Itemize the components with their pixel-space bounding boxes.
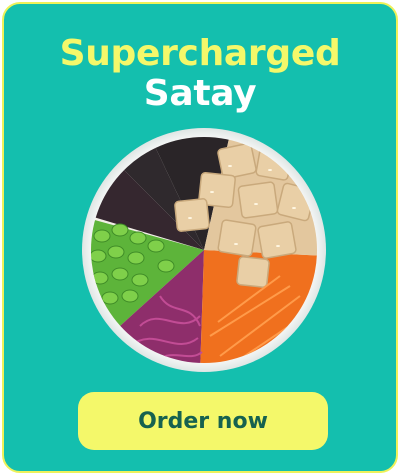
order-now-button[interactable]: Order now xyxy=(78,392,328,450)
bowl-image xyxy=(80,126,328,374)
promo-title: Supercharged Satay xyxy=(4,34,396,114)
promo-title-line2: Satay xyxy=(143,73,257,114)
promo-card[interactable]: Supercharged Satay Order now xyxy=(2,2,398,473)
promo-title-line1: Supercharged xyxy=(59,33,341,74)
